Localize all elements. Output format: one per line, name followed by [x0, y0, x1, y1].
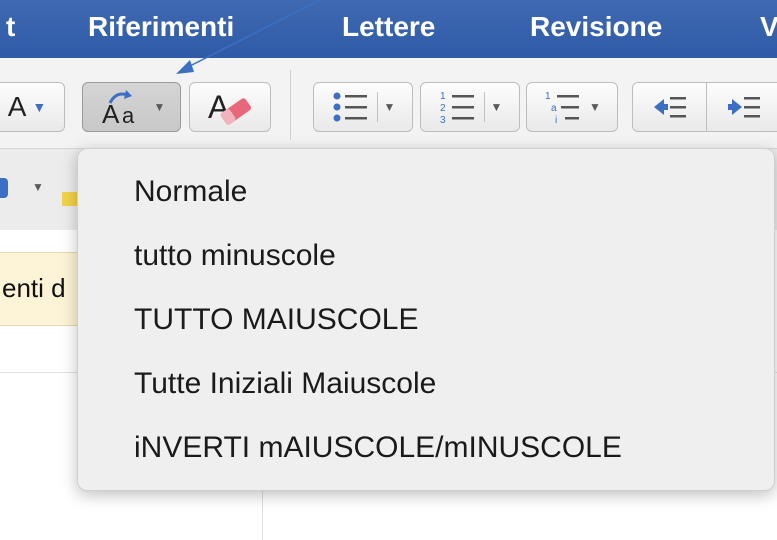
- paragraph-color-swatch: [0, 178, 8, 198]
- bullet-list-icon: [333, 92, 367, 122]
- multilevel-list-button[interactable]: 1 a i ▼: [526, 82, 618, 132]
- chevron-down-icon: ▼: [32, 99, 47, 115]
- font-color-button[interactable]: A ▼: [0, 82, 65, 132]
- split-divider: [483, 92, 485, 122]
- svg-text:a: a: [122, 103, 135, 127]
- font-color-glyph: A: [7, 91, 27, 122]
- toolbar-separator: [290, 70, 291, 140]
- change-case-icon: A a: [102, 90, 135, 127]
- menu-item-iniziali-maiuscole[interactable]: Tutte Iniziali Maiuscole: [134, 367, 436, 401]
- bullet-list-button[interactable]: ▼: [313, 82, 413, 132]
- chevron-down-icon: ▼: [490, 100, 503, 114]
- clear-formatting-button[interactable]: A: [189, 82, 271, 132]
- svg-text:a: a: [551, 103, 557, 114]
- highlight-icon[interactable]: [62, 192, 78, 206]
- svg-text:1: 1: [440, 91, 446, 102]
- chevron-down-icon: ▼: [589, 100, 601, 114]
- svg-text:2: 2: [440, 103, 446, 114]
- decrease-indent-button[interactable]: [632, 82, 707, 132]
- paragraph-color-button[interactable]: ▼: [0, 166, 60, 210]
- tab-riferimenti[interactable]: Riferimenti: [88, 11, 234, 43]
- svg-text:i: i: [555, 115, 557, 125]
- chevron-down-icon: ▼: [383, 100, 396, 114]
- tab-revisione[interactable]: Revisione: [530, 11, 662, 43]
- increase-indent-icon: [728, 97, 760, 118]
- tab-lettere[interactable]: Lettere: [342, 11, 435, 43]
- info-banner-text: enti d: [2, 273, 66, 303]
- split-divider: [376, 92, 378, 122]
- change-case-menu: Normale tutto minuscole TUTTO MAIUSCOLE …: [77, 148, 775, 491]
- numbered-list-button[interactable]: 1 2 3 ▼: [420, 82, 520, 132]
- tab-truncated-right[interactable]: V: [760, 11, 777, 43]
- increase-indent-button[interactable]: [706, 82, 777, 132]
- menu-item-tutto-maiuscole[interactable]: TUTTO MAIUSCOLE: [134, 303, 418, 337]
- tab-truncated-left[interactable]: t: [6, 11, 15, 43]
- change-case-button[interactable]: A a ▼: [82, 82, 181, 132]
- multilevel-list-icon: 1 a i: [545, 91, 580, 125]
- clear-formatting-icon: A: [208, 89, 252, 125]
- menu-item-normale[interactable]: Normale: [134, 175, 247, 209]
- decrease-indent-icon: [653, 97, 686, 118]
- svg-text:3: 3: [440, 115, 446, 125]
- ribbon-tab-bar: t Riferimenti Lettere Revisione V: [0, 0, 777, 58]
- svg-text:1: 1: [545, 91, 551, 102]
- menu-item-tutto-minuscole[interactable]: tutto minuscole: [134, 239, 336, 273]
- numbered-list-icon: 1 2 3: [440, 91, 474, 125]
- menu-item-inverti[interactable]: iNVERTI mAIUSCOLE/mINUSCOLE: [134, 431, 622, 465]
- chevron-down-icon: ▼: [153, 100, 166, 114]
- chevron-down-icon: ▼: [32, 180, 44, 194]
- svg-text:A: A: [102, 99, 120, 127]
